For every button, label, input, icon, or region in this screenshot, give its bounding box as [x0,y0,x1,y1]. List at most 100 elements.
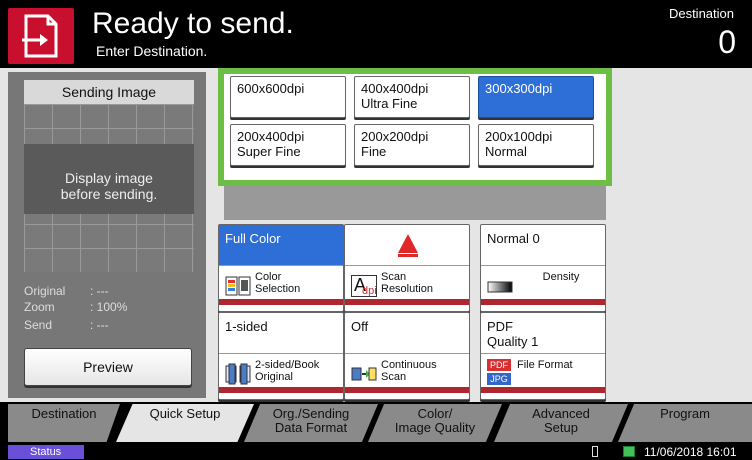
color-selection-tile[interactable]: Full Color Color Selection [218,224,344,312]
scan-resolution-dpi: dpi [362,285,377,297]
warning-triangle-icon [398,234,418,257]
tile-value: 1-sided [225,319,268,334]
info-value: : --- [90,318,109,332]
status-bar [0,444,752,460]
continuous-scan-icon [351,367,377,381]
tab-org-sending[interactable]: Org./Sending Data Format [244,404,378,442]
tile-setting: 2-sided/Book Original [219,353,343,393]
tile-setting: A dpi Scan Resolution [345,265,469,305]
tab-label-line2: Data Format [274,420,348,435]
res-option-line1: 200x200dpi [361,129,429,144]
tab-label: Program [660,406,710,421]
tab-quick-setup[interactable]: Quick Setup [116,404,254,442]
tab-label: Destination [31,406,97,421]
tile-label-line2: Selection [255,283,301,295]
tile-label: 2-sided/Book Original [255,359,343,383]
density-icon [487,281,513,293]
tile-accent [481,387,605,393]
tile-value: Off [351,319,369,334]
info-value: : 100% [90,300,128,314]
res-option-line1: 400x400dpi [361,81,429,96]
tile-label-line1: 2-sided/Book [255,359,320,371]
tile-label-line2: Original [255,371,293,383]
tab-advanced-setup[interactable]: Advanced Setup [494,404,628,442]
tile-label-line1: Scan [381,271,407,283]
res-option-300x300[interactable]: 300x300dpi [478,76,594,118]
scan-resolution-tile[interactable]: A dpi Scan Resolution [344,224,470,312]
tab-label-line2: Setup [544,420,578,435]
duplex-original-icon [225,363,251,385]
res-option-200x200[interactable]: 200x200dpi Fine [354,124,470,166]
preview-message-line2: before sending. [60,186,158,202]
destination-label: Destination [668,6,734,21]
tile-label-line2: Scan [381,371,407,383]
tile-label-line1: File Format [517,359,573,371]
card-slot-icon [592,446,598,457]
tile-setting: Color Selection [219,265,343,305]
file-format-icon: PDF JPG [487,357,513,389]
info-value: : --- [90,284,109,298]
tab-destination[interactable]: Destination [8,404,120,442]
tile-label-line1: Color [255,271,282,283]
continuous-scan-tile[interactable]: Off Continuous Scan [344,312,470,400]
color-selection-icon [225,276,251,296]
info-key: Send [24,318,53,332]
tile-accent [219,387,343,393]
tile-accent [345,387,469,393]
res-option-400x400[interactable]: 400x400dpi Ultra Fine [354,76,470,118]
tile-label: Scan Resolution [381,271,469,295]
res-option-line1: 200x400dpi [237,129,305,144]
status-button[interactable]: Status [8,445,84,459]
page-subtitle: Enter Destination. [96,43,208,59]
info-zoom: Zoom : 100% [24,298,194,316]
tile-value: Normal 0 [487,231,540,246]
tile-setting: Density [481,265,605,305]
res-option-600x600[interactable]: 600x600dpi [230,76,346,118]
density-tile[interactable]: Normal 0 Density [480,224,606,312]
tile-label: Color Selection [255,271,343,295]
res-option-line2: Normal [485,144,527,159]
res-option-200x100[interactable]: 200x100dpi Normal [478,124,594,166]
tile-accent [481,299,605,305]
file-format-tile[interactable]: PDF Quality 1 PDF JPG File Format [480,312,606,400]
tab-label-line1: Org./Sending [272,406,350,421]
tab-color-image-quality[interactable]: Color/ Image Quality [368,404,502,442]
jpg-badge: JPG [487,373,511,385]
tile-value-line2: Quality 1 [487,334,539,349]
scan-resolution-icon: A dpi [351,275,377,297]
res-option-line2: Fine [361,144,387,159]
tab-label-line2: Image Quality [394,420,476,435]
tab-program[interactable]: Program [618,404,752,442]
res-option-line1: 200x100dpi [485,129,553,144]
preview-message: Display image before sending. [24,144,194,214]
res-option-line2: Super Fine [237,144,301,159]
tile-label-line1: Continuous [381,359,437,371]
res-option-line1: 600x600dpi [237,81,305,96]
tile-label-line2: Resolution [381,283,433,295]
send-icon [8,8,74,64]
tile-value-line1: PDF [487,319,513,334]
tab-label-line1: Color/ [417,406,453,421]
tile-label: Density [517,271,605,283]
tile-setting: Continuous Scan [345,353,469,393]
info-key: Zoom [24,300,55,314]
page-title: Ready to send. [92,7,294,40]
sending-image-header: Sending Image [24,80,194,104]
tile-label: File Format [517,359,605,371]
pdf-badge: PDF [487,359,511,371]
duplex-original-tile[interactable]: 1-sided 2-sided/Book Original [218,312,344,400]
res-option-200x400[interactable]: 200x400dpi Super Fine [230,124,346,166]
tile-setting: PDF JPG File Format [481,353,605,393]
destination-count: 0 [718,24,736,60]
destination-counter: Destination 0 [612,4,748,66]
tile-label-line1: Density [542,271,580,283]
date-time: 11/06/2018 16:01 [644,445,737,459]
res-option-line1: 300x300dpi [485,81,553,96]
info-send: Send : --- [24,316,194,334]
tile-value: PDF Quality 1 [481,313,605,353]
tab-label-line1: Advanced [532,406,590,421]
preview-button[interactable]: Preview [24,348,192,386]
tile-value: Full Color [219,225,343,265]
tile-value [345,225,469,265]
tile-label: Continuous Scan [381,359,469,383]
